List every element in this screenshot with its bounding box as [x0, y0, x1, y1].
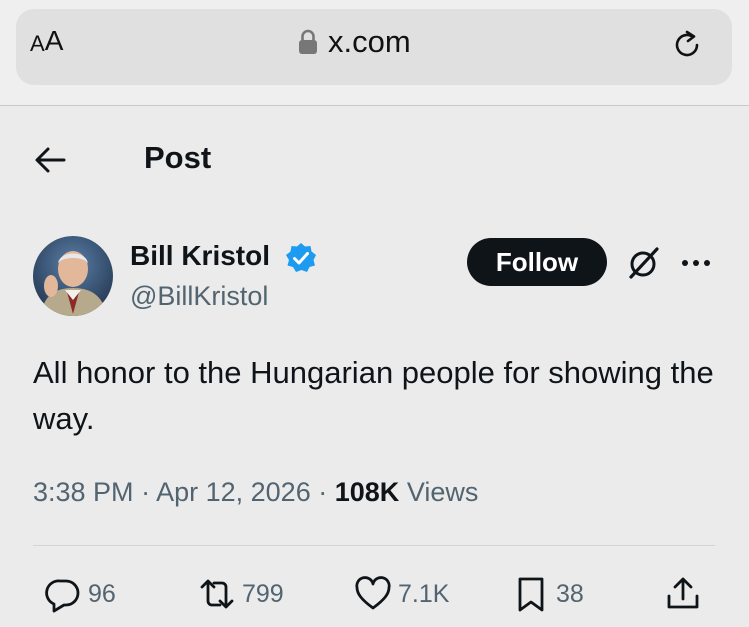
share-button[interactable]	[664, 574, 702, 614]
url-text: x.com	[328, 24, 411, 59]
post-metadata: 3:38 PM · Apr 12, 2026 · 108K Views	[33, 477, 478, 508]
bookmark-button[interactable]: 38	[512, 574, 584, 614]
text-size-small-a: A	[30, 31, 45, 56]
views-count: 108K	[334, 477, 400, 507]
meta-separator: ·	[141, 477, 151, 507]
verified-badge-icon	[286, 243, 316, 272]
back-arrow-icon[interactable]	[32, 142, 68, 178]
repost-count: 799	[242, 579, 284, 608]
follow-button[interactable]: Follow	[467, 238, 607, 286]
bookmark-icon	[518, 577, 544, 612]
heart-icon	[355, 576, 391, 610]
author-handle[interactable]: @BillKristol	[130, 281, 268, 312]
like-button[interactable]: 7.1K	[354, 574, 449, 614]
post-text: All honor to the Hungarian people for sh…	[33, 355, 714, 436]
browser-toolbar: AA x.com	[0, 0, 749, 106]
grok-icon[interactable]	[624, 244, 662, 282]
repost-icon	[200, 579, 234, 609]
text-size-button[interactable]: AA	[30, 25, 64, 57]
meta-separator: ·	[318, 477, 328, 507]
like-count: 7.1K	[398, 579, 450, 608]
reply-icon	[45, 579, 80, 613]
more-options-icon[interactable]	[680, 258, 712, 268]
reload-icon[interactable]	[670, 28, 704, 62]
divider	[33, 545, 715, 546]
reply-count: 96	[88, 579, 116, 608]
lock-icon	[299, 29, 317, 54]
post-time[interactable]: 3:38 PM	[33, 477, 134, 507]
text-size-large-a: A	[44, 25, 64, 56]
bookmark-count: 38	[556, 579, 584, 608]
author-name[interactable]: Bill Kristol	[130, 240, 270, 272]
views-label: Views	[406, 477, 479, 507]
avatar[interactable]	[33, 236, 113, 316]
share-icon	[667, 577, 699, 609]
repost-button[interactable]: 799	[198, 574, 284, 614]
reply-button[interactable]: 96	[44, 574, 116, 614]
page-title: Post	[144, 140, 212, 175]
url-display[interactable]: x.com	[298, 24, 411, 60]
post-date[interactable]: Apr 12, 2026	[156, 477, 311, 507]
